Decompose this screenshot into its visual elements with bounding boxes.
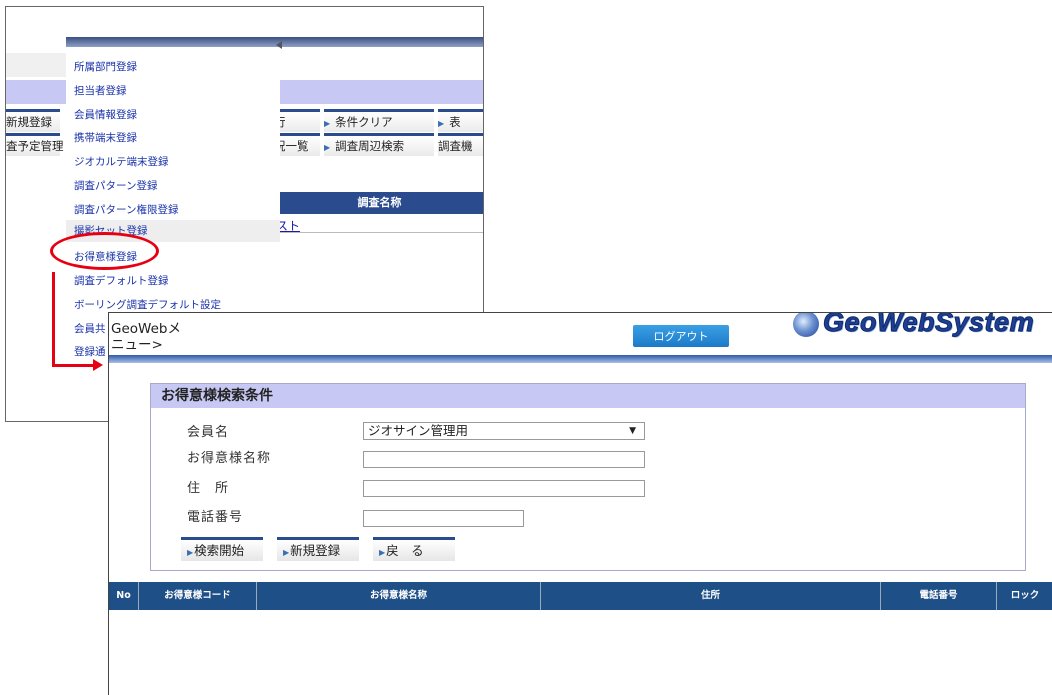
customer-name-label: お得意様名称 [187,451,272,466]
arrow-right-icon: ▶ [324,119,331,128]
col-phone: 電話番号 [881,582,997,610]
col-customer-name: お得意様名称 [257,582,541,610]
display-button[interactable]: ▶ 表 [438,109,483,132]
settings-dropdown-menu: 所属部門登録 担当者登録 会員情報登録 携帯端末登録 ジオカルテ端末登録 調査パ… [66,51,280,359]
geoweb-menu-link[interactable]: GeoWebメニュー> [109,321,185,355]
menu-item-member-info[interactable]: 会員情報登録 [74,107,137,122]
member-select[interactable]: ジオサイン管理用 ▼ [363,422,645,440]
divider [276,232,483,233]
col-lock: ロック [1010,590,1040,601]
survey-area-search-button[interactable]: ▶ 調査周辺検索 [324,133,434,156]
menu-item-notification[interactable]: 登録通 [74,344,106,359]
customer-search-screen: GeoWebメニュー> ログアウト GeoWebSystem お得意様検索条件 … [108,312,1052,695]
arrow-right-icon: ▶ [187,548,194,557]
clear-conditions-button[interactable]: ▶ 条件クリア [324,109,434,132]
panel-title: お得意様検索条件 [151,384,1025,408]
arrow-head-icon [93,359,103,371]
phone-input[interactable] [363,510,524,527]
col-no: No [109,582,139,610]
customer-name-input[interactable] [363,451,645,468]
arrow-right-icon: ▶ [283,548,290,557]
top-nav-bar [66,37,483,47]
menu-item-boring-default[interactable]: ボーリング調査デフォルト設定 [74,297,221,312]
red-arrow-line [52,272,55,366]
phone-label: 電話番号 [187,510,244,525]
chevron-down-icon: ▼ [629,426,636,436]
menu-item-survey-default[interactable]: 調査デフォルト登録 [74,273,169,288]
highlight-oval [50,232,159,270]
status-list-button[interactable]: 況一覧 [274,133,320,156]
new-register-button[interactable]: ▶新規登録 [277,537,359,561]
survey-name-header: 調査名称 [276,192,483,214]
survey-machine-button[interactable]: 調査機 [438,133,483,156]
grey-strip [6,53,66,77]
results-table-header: No お得意様コード お得意様名称 住所 電話番号 ロック [109,582,1052,610]
menu-item-mobile[interactable]: 携帯端末登録 [74,130,137,145]
arrow-right-icon: ▶ [379,548,386,557]
execute-button[interactable]: 行 [274,109,320,132]
search-conditions-panel: お得意様検索条件 会員名 ジオサイン管理用 ▼ お得意様名称 住 所 電話番号 … [150,383,1026,571]
triangle-icon [276,41,282,49]
back-button[interactable]: ▶戻 る [373,537,455,561]
red-arrow-line [52,364,94,367]
address-label: 住 所 [187,481,230,496]
header-bar [109,355,1052,363]
survey-schedule-button[interactable]: 査予定管理 [6,133,64,156]
new-register-button[interactable]: 新規登録 [6,109,60,132]
arrow-right-icon: ▶ [438,119,445,128]
menu-item-department[interactable]: 所属部門登録 [74,59,137,74]
menu-item-survey-pattern[interactable]: 調査パターン登録 [74,178,157,193]
menu-item-geokarte[interactable]: ジオカルテ端末登録 [74,154,169,169]
menu-item-pattern-permission[interactable]: 調査パターン権限登録 [74,202,178,217]
search-start-button[interactable]: ▶検索開始 [181,537,263,561]
logout-button[interactable]: ログアウト [633,325,729,347]
menu-item-member-share[interactable]: 会員共 [74,321,106,336]
col-address: 住所 [541,582,881,610]
col-customer-code: お得意様コード [139,582,257,610]
arrow-right-icon: ▶ [324,143,331,152]
menu-item-staff[interactable]: 担当者登録 [74,83,127,98]
member-label: 会員名 [187,425,230,440]
address-input[interactable] [363,480,645,497]
geoweb-logo: GeoWebSystem [822,312,1035,338]
